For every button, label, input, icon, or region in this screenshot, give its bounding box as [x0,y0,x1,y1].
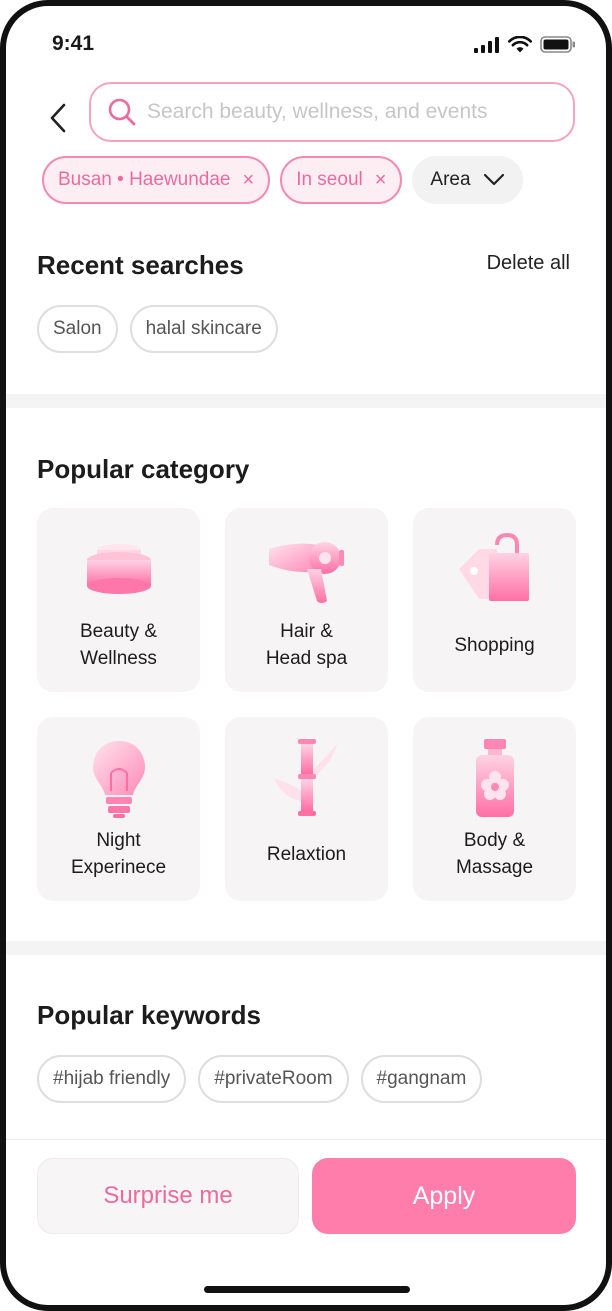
category-body-massage[interactable]: Body & Massage [413,717,576,901]
light-bulb-icon [74,739,164,819]
keyword-chip[interactable]: #privateRoom [198,1055,349,1103]
chevron-down-icon [483,173,504,186]
status-time: 9:41 [52,32,95,55]
popular-keywords-title: Popular keywords [37,1000,261,1030]
category-label: Relaxtion [266,844,347,865]
bottom-bar-divider [6,1139,606,1140]
keyword-chip[interactable]: #gangnam [360,1055,483,1103]
home-indicator[interactable] [204,1286,410,1293]
phone-frame: 9:41 Busan • H [0,0,612,1311]
filter-chip-busan[interactable]: Busan • Haewundae × [42,156,271,204]
category-label: Night Experinece [70,830,167,878]
search-icon [108,98,136,126]
surprise-me-button[interactable]: Surprise me [37,1158,299,1234]
filter-chip-seoul[interactable]: In seoul × [280,156,403,204]
area-dropdown[interactable]: Area [412,156,523,204]
recent-searches-list: Salon halal skincare [37,305,278,353]
filter-chip-label: Busan • Haewundae [58,169,231,190]
wifi-icon [508,36,532,53]
cream-jar-icon [74,530,164,610]
status-icons [474,36,576,53]
area-dropdown-label: Area [430,169,471,190]
popular-keywords-list: #hijab friendly #privateRoom #gangnam [37,1055,483,1103]
category-label: Shopping [454,635,535,656]
filter-chip-row: Busan • Haewundae × In seoul × Area [42,156,523,204]
recent-search-item[interactable]: halal skincare [129,305,278,353]
back-button[interactable] [44,98,72,138]
hair-dryer-icon [262,530,352,610]
popular-category-title: Popular category [37,454,250,484]
keyword-chip[interactable]: #hijab friendly [37,1055,187,1103]
category-relaxation[interactable]: Relaxtion [225,717,388,901]
category-beauty-wellness[interactable]: Beauty & Wellness [37,508,200,692]
section-divider [6,394,606,408]
bamboo-icon [262,739,352,819]
category-hair-head-spa[interactable]: Hair & Head spa [225,508,388,692]
oil-bottle-icon [450,739,540,819]
search-box[interactable] [89,82,575,142]
search-input[interactable] [147,100,573,124]
recent-searches-title: Recent searches [37,250,244,280]
category-night-experience[interactable]: Night Experinece [37,717,200,901]
chevron-left-icon [50,103,66,133]
delete-all-button[interactable]: Delete all [487,252,570,275]
close-icon[interactable]: × [375,169,387,192]
section-divider [6,941,606,955]
close-icon[interactable]: × [243,169,255,192]
category-label: Hair & Head spa [265,621,348,669]
battery-icon [540,36,575,53]
shopping-bag-icon [450,530,540,610]
category-label: Body & Massage [455,830,534,878]
recent-search-item[interactable]: Salon [37,305,118,353]
category-label: Beauty & Wellness [79,621,158,669]
category-shopping[interactable]: Shopping [413,508,576,692]
category-grid: Beauty & Wellness Hair & Head spa Shoppi… [37,508,576,901]
filter-chip-label: In seoul [296,169,363,190]
signal-icon [474,36,499,53]
apply-button[interactable]: Apply [312,1158,576,1234]
